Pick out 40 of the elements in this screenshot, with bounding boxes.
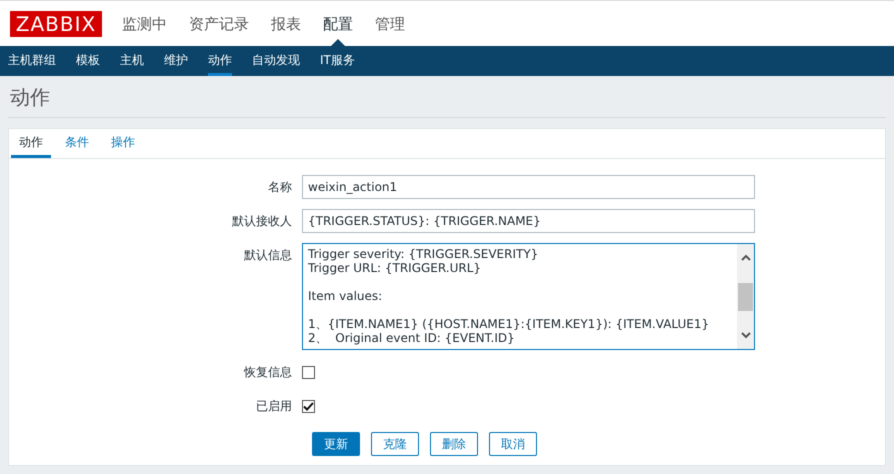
- sub-menu-item[interactable]: 主机群组: [8, 46, 56, 76]
- field-label: 名称: [267, 179, 293, 196]
- field-label: 默认信息: [243, 247, 293, 264]
- form-button[interactable]: 取消: [489, 432, 537, 456]
- check-icon: [303, 402, 314, 410]
- main-menu-item[interactable]: 监测中: [122, 0, 167, 46]
- zabbix-logo[interactable]: ZABBIX: [10, 10, 102, 36]
- main-menu-item[interactable]: 管理: [375, 0, 405, 46]
- message-line: Trigger severity: {TRIGGER.SEVERITY}: [308, 247, 538, 261]
- form-button[interactable]: 克隆: [371, 432, 419, 456]
- message-line: 2、 Original event ID: {EVENT.ID}: [308, 331, 515, 345]
- field-label: 已启用: [255, 398, 293, 415]
- message-textarea[interactable]: Trigger severity: {TRIGGER.SEVERITY} Trigger URL: {TRIGGER.URL} Item values: 1、{ITEM.NAME1} ({HOST.NAME1}:{ITEM.KEY1}): {ITEM.VALUE1} 2、 Original event ID: {EVENT.ID}: [302, 243, 755, 350]
- main-menu-item[interactable]: 报表: [271, 0, 301, 46]
- form-button[interactable]: 更新: [312, 432, 360, 456]
- text-field[interactable]: {TRIGGER.STATUS}: {TRIGGER.NAME}: [302, 209, 755, 233]
- tab[interactable]: 操作: [103, 129, 143, 158]
- sub-menu-item[interactable]: 动作: [208, 46, 232, 76]
- tab[interactable]: 条件: [57, 129, 97, 158]
- scroll-down-icon[interactable]: [740, 332, 750, 339]
- field-label: 默认接收人: [231, 213, 293, 230]
- sub-menu-item[interactable]: 模板: [76, 46, 100, 76]
- sub-menu-item[interactable]: 维护: [164, 46, 188, 76]
- sub-menu-item[interactable]: 主机: [120, 46, 144, 76]
- scrollbar-thumb[interactable]: [738, 282, 753, 310]
- sub-menu-item[interactable]: IT服务: [320, 46, 355, 76]
- tab[interactable]: 动作: [11, 129, 51, 158]
- checkbox[interactable]: [302, 400, 315, 412]
- message-line: Item values:: [308, 289, 382, 303]
- form-button[interactable]: 删除: [430, 432, 478, 456]
- text-field[interactable]: weixin_action1: [302, 175, 755, 199]
- main-menu-item[interactable]: 资产记录: [189, 0, 249, 46]
- sub-menu-item[interactable]: 自动发现: [252, 46, 300, 76]
- page-title: 动作: [9, 84, 50, 110]
- field-label: 恢复信息: [242, 364, 293, 381]
- scroll-up-icon[interactable]: [740, 254, 750, 261]
- message-line: 1、{ITEM.NAME1} ({HOST.NAME1}:{ITEM.KEY1}): {ITEM.VALUE1}: [308, 317, 710, 331]
- message-line: Trigger URL: {TRIGGER.URL}: [308, 261, 482, 275]
- checkbox[interactable]: [302, 366, 315, 378]
- scrollbar[interactable]: [737, 244, 754, 349]
